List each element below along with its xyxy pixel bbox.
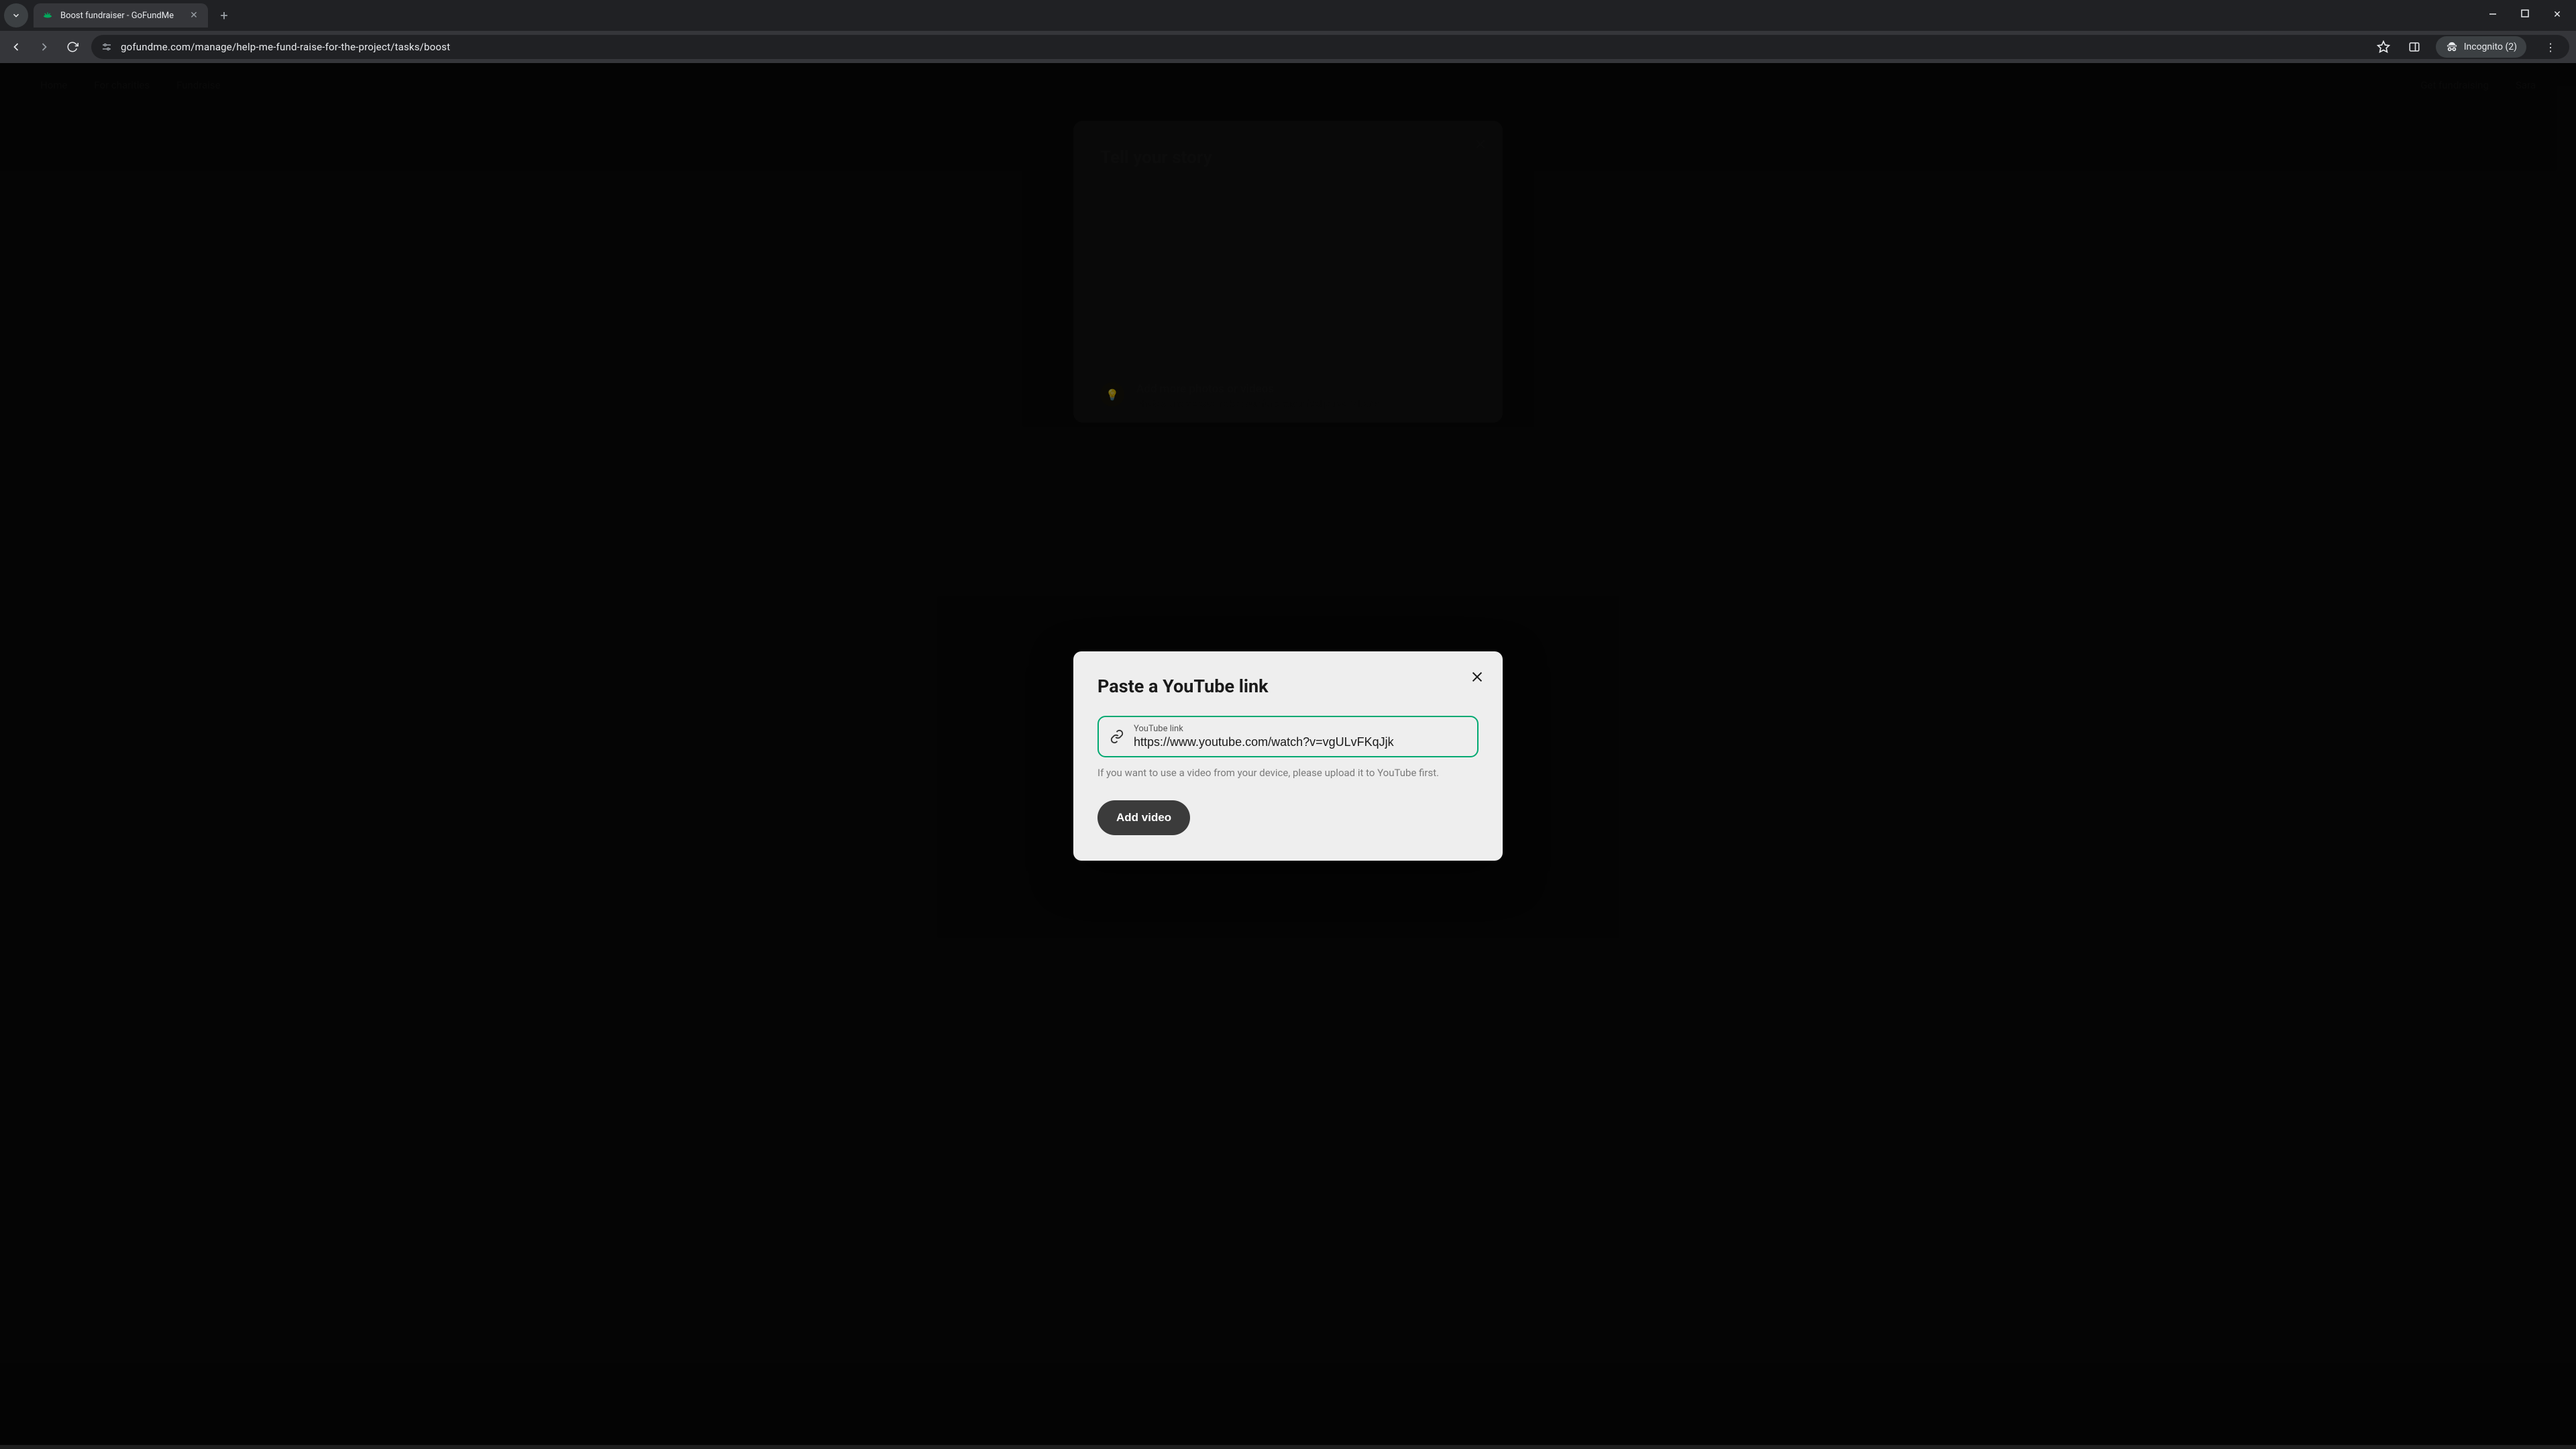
window-minimize-button[interactable] bbox=[2485, 9, 2501, 21]
incognito-indicator[interactable]: Incognito (2) bbox=[2436, 36, 2526, 58]
modal-close-button[interactable] bbox=[1466, 666, 1488, 688]
page-viewport: Home For charities Fundraise Get fundrai… bbox=[0, 63, 2576, 1449]
link-icon bbox=[1110, 729, 1124, 744]
site-settings-icon[interactable] bbox=[101, 41, 113, 53]
url-text: gofundme.com/manage/help-me-fund-raise-f… bbox=[121, 41, 450, 53]
address-bar[interactable]: gofundme.com/manage/help-me-fund-raise-f… bbox=[91, 35, 2569, 59]
new-tab-button[interactable]: + bbox=[215, 7, 233, 23]
side-panel-icon[interactable] bbox=[2405, 38, 2424, 56]
bookmark-star-icon[interactable] bbox=[2374, 38, 2393, 56]
incognito-icon bbox=[2445, 40, 2459, 54]
modal-title: Paste a YouTube link bbox=[1097, 676, 1479, 697]
close-icon bbox=[1470, 669, 1485, 684]
tab-title: Boost fundraiser - GoFundMe bbox=[60, 11, 181, 21]
youtube-link-field[interactable]: YouTube link bbox=[1097, 716, 1479, 757]
modal-overlay[interactable]: Paste a YouTube link YouTube link If you… bbox=[0, 63, 2576, 1449]
youtube-link-input[interactable] bbox=[1134, 734, 1466, 749]
incognito-label: Incognito (2) bbox=[2464, 42, 2517, 52]
browser-tab[interactable]: Boost fundraiser - GoFundMe ✕ bbox=[34, 3, 208, 28]
desktop-taskbar-edge bbox=[0, 1445, 2576, 1449]
browser-toolbar: gofundme.com/manage/help-me-fund-raise-f… bbox=[0, 31, 2576, 63]
nav-back-button[interactable] bbox=[7, 38, 25, 56]
add-video-button[interactable]: Add video bbox=[1097, 800, 1190, 835]
helper-text: If you want to use a video from your dev… bbox=[1097, 767, 1479, 779]
nav-reload-button[interactable] bbox=[63, 38, 82, 56]
add-video-button-label: Add video bbox=[1116, 811, 1171, 824]
field-label: YouTube link bbox=[1134, 724, 1466, 734]
browser-menu-button[interactable]: ⋮ bbox=[2541, 38, 2560, 56]
favicon-gofundme bbox=[42, 9, 54, 21]
tab-close-button[interactable]: ✕ bbox=[188, 10, 200, 21]
chevron-down-icon bbox=[11, 11, 21, 20]
window-close-button[interactable]: ✕ bbox=[2549, 9, 2565, 21]
tab-search-button[interactable] bbox=[4, 3, 28, 28]
browser-titlebar: Boost fundraiser - GoFundMe ✕ + ✕ bbox=[0, 0, 2576, 31]
window-controls: ✕ bbox=[2485, 9, 2572, 21]
youtube-link-modal: Paste a YouTube link YouTube link If you… bbox=[1073, 651, 1503, 861]
nav-forward-button[interactable] bbox=[35, 38, 54, 56]
window-maximize-button[interactable] bbox=[2517, 9, 2533, 21]
